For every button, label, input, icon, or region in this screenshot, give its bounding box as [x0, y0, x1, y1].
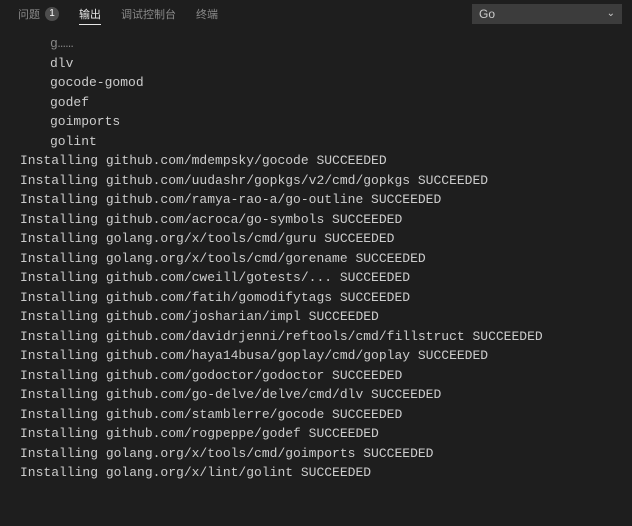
pending-tool: goimports: [20, 112, 620, 132]
panel-tabs: 问题 1 输出 调试控制台 终端 Go ⌄: [0, 0, 632, 28]
install-line: Installing github.com/godoctor/godoctor …: [20, 366, 620, 386]
panel-tools: Go ⌄: [472, 4, 632, 24]
install-line: Installing github.com/davidrjenni/reftoo…: [20, 327, 620, 347]
tab-terminal[interactable]: 终端: [186, 2, 228, 26]
install-line: Installing github.com/go-delve/delve/cmd…: [20, 385, 620, 405]
output-channel-select[interactable]: Go ⌄: [472, 4, 622, 24]
install-line: Installing github.com/acroca/go-symbols …: [20, 210, 620, 230]
tab-output-label: 输出: [79, 6, 101, 22]
tab-debug-label: 调试控制台: [121, 6, 176, 22]
pending-tool: gocode-gomod: [20, 73, 620, 93]
pending-tool: godef: [20, 93, 620, 113]
tab-terminal-label: 终端: [196, 6, 218, 22]
install-line: Installing github.com/stamblerre/gocode …: [20, 405, 620, 425]
install-line: Installing github.com/cweill/gotests/...…: [20, 268, 620, 288]
pending-tool: dlv: [20, 54, 620, 74]
tab-problems-label: 问题: [18, 6, 40, 22]
tab-problems[interactable]: 问题 1: [8, 2, 69, 26]
install-line: Installing github.com/ramya-rao-a/go-out…: [20, 190, 620, 210]
pending-tool: g……: [20, 34, 620, 54]
chevron-down-icon: ⌄: [607, 8, 615, 19]
install-line: Installing golang.org/x/lint/golint SUCC…: [20, 463, 620, 483]
tab-output[interactable]: 输出: [69, 2, 111, 26]
output-channel-value: Go: [479, 7, 495, 21]
install-line: Installing github.com/haya14busa/goplay/…: [20, 346, 620, 366]
pending-tool: golint: [20, 132, 620, 152]
install-line: Installing github.com/uudashr/gopkgs/v2/…: [20, 171, 620, 191]
install-line: Installing github.com/mdempsky/gocode SU…: [20, 151, 620, 171]
output-area[interactable]: g……dlvgocode-gomodgodefgoimportsgolintIn…: [0, 28, 632, 526]
install-line: Installing golang.org/x/tools/cmd/guru S…: [20, 229, 620, 249]
install-line: Installing golang.org/x/tools/cmd/goimpo…: [20, 444, 620, 464]
install-line: Installing github.com/rogpeppe/godef SUC…: [20, 424, 620, 444]
tab-debug-console[interactable]: 调试控制台: [111, 2, 186, 26]
problems-count-badge: 1: [45, 7, 59, 21]
install-line: Installing golang.org/x/tools/cmd/gorena…: [20, 249, 620, 269]
install-line: Installing github.com/fatih/gomodifytags…: [20, 288, 620, 308]
install-line: Installing github.com/josharian/impl SUC…: [20, 307, 620, 327]
